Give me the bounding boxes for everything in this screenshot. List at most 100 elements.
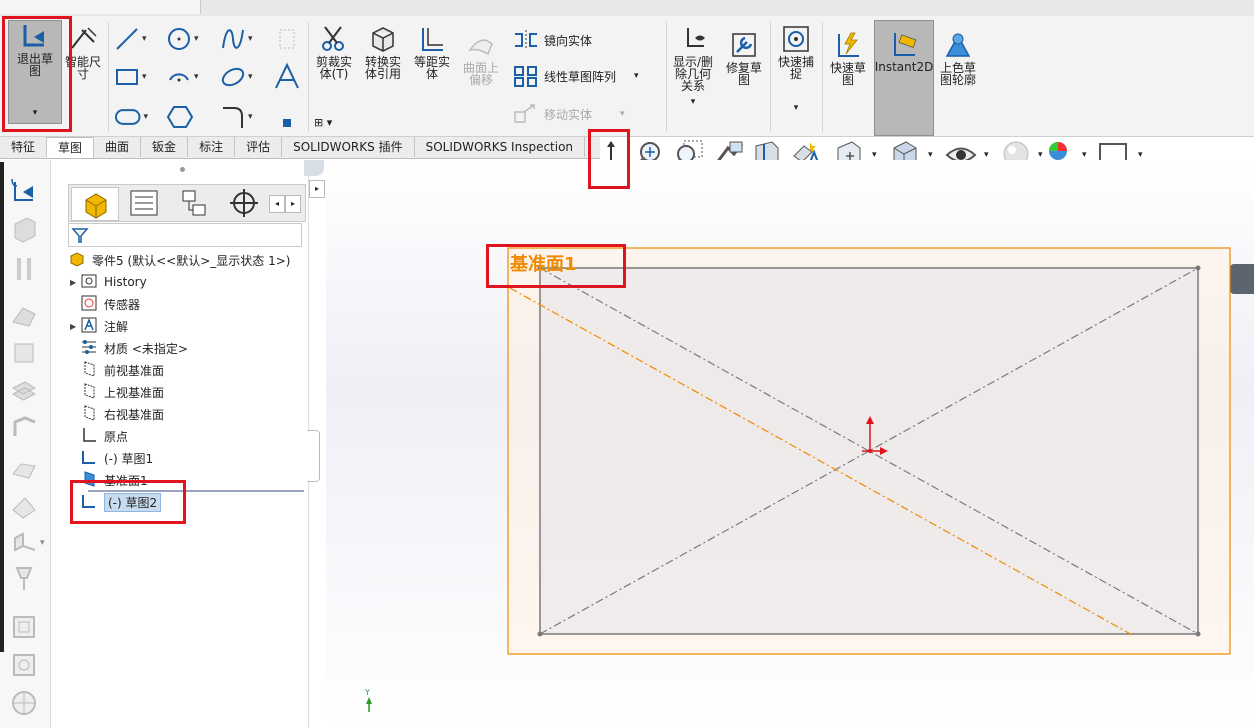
tab-7[interactable]: SOLIDWORKS Inspection xyxy=(415,137,586,157)
linear-pattern-button[interactable]: 线性草图阵列 ▾ xyxy=(512,64,639,88)
ribbon-more-icon[interactable]: ⊞ ▾ xyxy=(314,116,332,129)
configuration-manager-icon[interactable] xyxy=(171,187,217,219)
shell-icon[interactable] xyxy=(9,378,39,408)
point-icon xyxy=(283,119,291,127)
tree-item-2[interactable]: ▶ 注解 xyxy=(70,316,128,336)
rib-icon[interactable] xyxy=(9,414,39,444)
instant2d-label: Instant2D xyxy=(874,60,934,74)
tab-scroll-right-button[interactable]: ▸ xyxy=(285,195,301,213)
view-settings-dropdown-icon[interactable]: ▾ xyxy=(1138,150,1143,160)
wrap-icon[interactable] xyxy=(9,454,39,484)
apply-scene-dropdown-icon[interactable]: ▾ xyxy=(1082,150,1087,160)
rapid-sketch-button[interactable]: 快速草图 xyxy=(826,30,870,86)
display-style-dropdown-icon[interactable]: ▾ xyxy=(928,150,933,160)
tree-item-label: (-) 草图1 xyxy=(104,451,154,466)
polygon-icon xyxy=(166,106,194,128)
sketch-tab-icon[interactable] xyxy=(9,176,39,206)
tree-item-4[interactable]: 前视基准面 xyxy=(70,360,164,380)
ribbon-separator xyxy=(666,22,667,132)
tree-item-7[interactable]: 原点 xyxy=(70,426,128,446)
trim-entities-button[interactable]: 剪裁实体(T) xyxy=(312,24,356,80)
spline-dropdown-icon: ▾ xyxy=(248,34,253,44)
property-manager-icon[interactable] xyxy=(121,187,167,219)
view-orientation-dropdown-icon[interactable]: ▾ xyxy=(872,150,877,160)
panel-splitter[interactable]: ▸ xyxy=(307,160,327,728)
arc-tool[interactable]: ▾ xyxy=(166,62,200,92)
tab-4[interactable]: 标注 xyxy=(188,137,236,157)
panel-grip[interactable] xyxy=(180,167,185,172)
offset-on-surface-button[interactable]: 曲面上偏移 xyxy=(458,30,504,86)
splitter-handle[interactable] xyxy=(307,430,320,482)
expand-icon[interactable]: ▶ xyxy=(70,278,80,287)
document-tab[interactable] xyxy=(0,0,201,14)
trim-entities-label: 剪裁实体(T) xyxy=(315,55,352,81)
tree-item-label: 传感器 xyxy=(104,297,141,312)
tree-item-0[interactable]: ▶ History xyxy=(70,272,147,292)
tree-filter[interactable] xyxy=(68,223,302,247)
fillet-tool[interactable]: ▾ xyxy=(220,102,254,132)
offset-entities-button[interactable]: 等距实体 xyxy=(410,24,454,80)
triad-y-label: Y xyxy=(365,688,370,697)
ellipse-tool[interactable]: ▾ xyxy=(220,62,254,92)
tab-3[interactable]: 钣金 xyxy=(141,137,189,157)
display-relations-dropdown-icon: ▾ xyxy=(690,97,696,107)
instant3d-icon[interactable] xyxy=(9,612,39,642)
circle-tool[interactable]: ▾ xyxy=(166,24,200,54)
line-tool[interactable]: ▾ xyxy=(114,24,148,54)
mirror-entities-button[interactable]: 镜向实体 xyxy=(512,28,592,52)
tree-root-part[interactable]: 零件5 (默认<<默认>_显示状态 1>) xyxy=(68,250,290,270)
expand-icon[interactable]: ▶ xyxy=(70,322,80,331)
ribbon-separator xyxy=(770,22,771,132)
display-relations-button[interactable]: 显示/删除几何关系 ▾ xyxy=(668,24,718,108)
tree-item-5[interactable]: 上视基准面 xyxy=(70,382,164,402)
sweep-icon[interactable] xyxy=(9,300,39,330)
rectangle-tool[interactable]: ▾ xyxy=(114,62,148,92)
tree-item-3[interactable]: 材质 <未指定> xyxy=(70,338,188,358)
quick-snaps-button[interactable]: 快速捕捉 ▾ xyxy=(774,24,818,114)
move-entities-button[interactable]: 移动实体 ▾ xyxy=(512,102,625,126)
convert-entities-button[interactable]: 转换实体引用 xyxy=(360,24,406,80)
repair-sketch-button[interactable]: 修复草图 xyxy=(722,30,766,86)
tab-scroll-left-button[interactable]: ◂ xyxy=(269,195,285,213)
text-tool[interactable] xyxy=(272,62,306,92)
rapid-sketch-label: 快速草图 xyxy=(829,61,866,87)
draft-icon[interactable] xyxy=(9,492,39,522)
tree-item-8[interactable]: (-) 草图1 xyxy=(70,448,153,468)
rectangle-icon xyxy=(116,69,138,85)
mold-icon[interactable] xyxy=(9,650,39,680)
revolve-icon[interactable] xyxy=(9,254,39,284)
convert-entities-label: 转换实体引用 xyxy=(364,55,401,81)
hide-show-dropdown-icon[interactable]: ▾ xyxy=(984,150,989,160)
shaded-sketch-contours-button[interactable]: 上色草图轮廓 xyxy=(936,30,980,86)
extrude-icon[interactable] xyxy=(9,214,39,244)
boss-icon[interactable] xyxy=(9,338,39,368)
tab-5[interactable]: 评估 xyxy=(235,137,283,157)
intersect-icon[interactable] xyxy=(9,530,39,560)
instant2d-button[interactable]: Instant2D xyxy=(874,20,934,136)
offset-on-surface-label: 曲面上偏移 xyxy=(462,61,499,87)
curves-icon[interactable] xyxy=(9,564,39,594)
tree-item-6[interactable]: 右视基准面 xyxy=(70,404,164,424)
tree-item-label: 上视基准面 xyxy=(104,385,165,400)
shaded-sketch-contours-label: 上色草图轮廓 xyxy=(939,61,976,87)
plane-tool[interactable] xyxy=(276,24,310,54)
part-icon-corner xyxy=(304,160,324,176)
tab-2[interactable]: 曲面 xyxy=(94,137,142,157)
tab-0[interactable]: 特征 xyxy=(0,137,48,157)
fillet-dropdown-icon: ▾ xyxy=(248,112,253,122)
featuremanager-tree-icon[interactable] xyxy=(71,187,119,221)
polygon-tool[interactable] xyxy=(166,102,200,132)
tree-item-1[interactable]: 传感器 xyxy=(70,294,140,314)
history-icon xyxy=(80,272,104,293)
mesh-icon[interactable] xyxy=(9,688,39,718)
panel-collapse-button[interactable]: ▸ xyxy=(309,180,325,198)
origin-icon xyxy=(80,426,104,447)
strip-dropdown-icon[interactable]: ▾ xyxy=(40,538,45,548)
task-pane-tab[interactable] xyxy=(1230,264,1254,294)
tab-6[interactable]: SOLIDWORKS 插件 xyxy=(282,137,415,157)
tab-1[interactable]: 草图 xyxy=(47,137,95,158)
spline-tool[interactable]: ▾ xyxy=(220,24,254,54)
slot-tool[interactable]: ▾ xyxy=(114,102,148,132)
dimxpert-icon[interactable] xyxy=(221,187,267,219)
graphics-area[interactable] xyxy=(304,160,1254,728)
